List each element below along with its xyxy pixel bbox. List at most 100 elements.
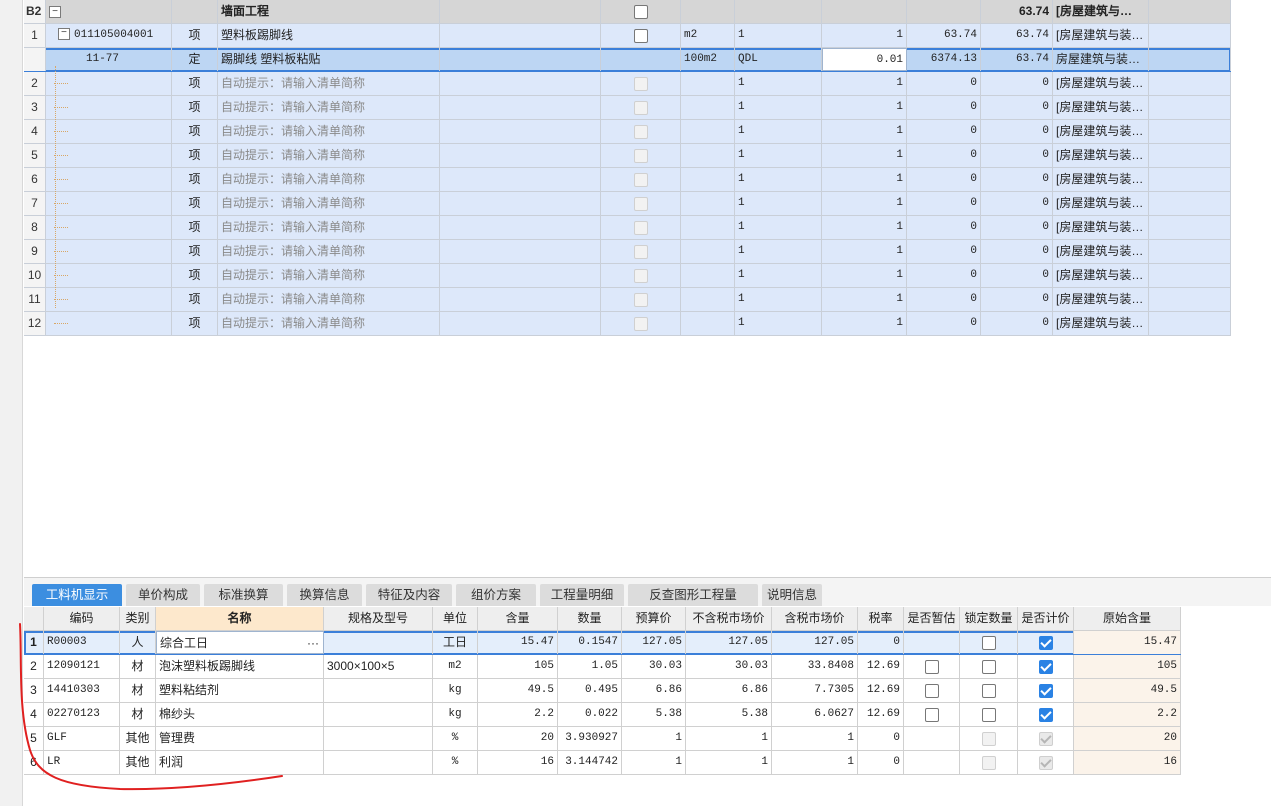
column-header[interactable]: 是否计价 [1018, 607, 1074, 630]
checkbox-cell [904, 655, 960, 678]
bill-row-empty[interactable]: 2 项自动提示：请输入清单简称 1 1 0 0 [房屋建筑与装… [24, 72, 1231, 96]
lock-qty-checkbox[interactable] [981, 683, 996, 698]
bill-row-empty[interactable]: 12 项自动提示：请输入清单简称 1 1 0 0 [房屋建筑与装… [24, 312, 1231, 336]
ellipsis-button[interactable]: ··· [307, 632, 319, 653]
unit-cell [681, 72, 735, 95]
grid-header: 编码 类别 名称 规格及型号 单位 含量 数量 预算价 不含税市场价 含税市场价 税率 是否暂估 锁定数… [24, 607, 1181, 631]
cell-original-content: 15.47 [1074, 631, 1181, 654]
tab-2[interactable]: 标准换算 [204, 584, 283, 606]
column-header[interactable]: 原始含量 [1074, 607, 1181, 630]
item-expr: 1 [735, 24, 822, 47]
name-hint[interactable]: 自动提示：请输入清单简称 [218, 144, 440, 167]
pricing-checkbox[interactable] [1038, 707, 1053, 722]
cell-cat: 材 [120, 679, 156, 702]
column-header[interactable]: 税率 [858, 607, 904, 630]
cell-original-content: 105 [1074, 655, 1181, 678]
estimate-checkbox[interactable] [924, 683, 939, 698]
row-qty: 1 [822, 216, 907, 239]
lock-qty-checkbox[interactable] [981, 659, 996, 674]
name-hint[interactable]: 自动提示：请输入清单简称 [218, 312, 440, 335]
checkbox[interactable] [633, 4, 648, 19]
check-cell [601, 216, 681, 239]
resource-row[interactable]: 3 14410303 材塑料粘结剂 kg 49.5 0.495 6.86 6.86 7.7305… [24, 679, 1181, 703]
name-hint[interactable]: 自动提示：请输入清单简称 [218, 192, 440, 215]
lock-qty-checkbox[interactable] [981, 635, 996, 650]
column-header[interactable]: 是否暂估 [904, 607, 960, 630]
cell-name[interactable]: 利润 [156, 751, 324, 774]
row-type: 项 [172, 240, 218, 263]
bill-row-empty[interactable]: 3 项自动提示：请输入清单简称 1 1 0 0 [房屋建筑与装… [24, 96, 1231, 120]
column-header[interactable]: 类别 [120, 607, 156, 630]
bill-row-empty[interactable]: 9 项自动提示：请输入清单简称 1 1 0 0 [房屋建筑与装… [24, 240, 1231, 264]
name-hint[interactable]: 自动提示：请输入清单简称 [218, 96, 440, 119]
name-hint[interactable]: 自动提示：请输入清单简称 [218, 240, 440, 263]
cell-name[interactable]: 综合工日 ··· [156, 631, 324, 654]
bill-row-empty[interactable]: 10 项自动提示：请输入清单简称 1 1 0 0 [房屋建筑与装… [24, 264, 1231, 288]
lock-qty-checkbox[interactable] [981, 707, 996, 722]
tree-branch [54, 179, 68, 180]
checkbox[interactable] [633, 28, 648, 43]
pricing-checkbox[interactable] [1038, 659, 1053, 674]
bill-row-empty[interactable]: 8 项自动提示：请输入清单简称 1 1 0 0 [房屋建筑与装… [24, 216, 1231, 240]
bill-row-empty[interactable]: 7 项自动提示：请输入清单简称 1 1 0 0 [房屋建筑与装… [24, 192, 1231, 216]
quota-qty-input[interactable]: 0.01 [822, 48, 907, 71]
row-number: 8 [24, 216, 46, 239]
quota-name[interactable]: 踢脚线 塑料板粘贴 [218, 48, 440, 71]
column-header[interactable]: 不含税市场价 [686, 607, 772, 630]
bill-row-empty[interactable]: 11 项自动提示：请输入清单简称 1 1 0 0 [房屋建筑与装… [24, 288, 1231, 312]
quota-expr: QDL [735, 48, 822, 71]
column-header[interactable]: 含量 [478, 607, 558, 630]
row-expr: 1 [735, 240, 822, 263]
resource-row[interactable]: 4 02270123 材棉纱头 kg 2.2 0.022 5.38 5.38 6.0627 12.… [24, 703, 1181, 727]
bill-row-empty[interactable]: 5 项自动提示：请输入清单简称 1 1 0 0 [房屋建筑与装… [24, 144, 1231, 168]
resource-row[interactable]: 1 R00003 人综合工日 ··· 工日 15.47 0.1547 127.05 127.05… [24, 631, 1181, 655]
cell-name[interactable]: 棉纱头 [156, 703, 324, 726]
tab-0[interactable]: 工料机显示 [32, 584, 122, 606]
bill-item-row[interactable]: 1 −011105004001 项 塑料板踢脚线 m2 1 1 63.74 63… [24, 24, 1231, 48]
column-header[interactable]: 含税市场价 [772, 607, 858, 630]
tab-3[interactable]: 换算信息 [287, 584, 362, 606]
resource-row[interactable]: 6 LR 其他 利润% 16 3.144742 1 1 1 0 16 [24, 751, 1181, 775]
extra-cell [1149, 216, 1231, 239]
checkbox [633, 76, 648, 91]
pricing-checkbox[interactable] [1038, 635, 1053, 650]
cell-name[interactable]: 泡沫塑料板踢脚线 [156, 655, 324, 678]
bill-row-empty[interactable]: 6 项自动提示：请输入清单简称 1 1 0 0 [房屋建筑与装… [24, 168, 1231, 192]
column-header[interactable]: 数量 [558, 607, 622, 630]
pricing-checkbox[interactable] [1038, 683, 1053, 698]
tab-6[interactable]: 工程量明细 [540, 584, 624, 606]
cell-name[interactable]: 塑料粘结剂 [156, 679, 324, 702]
name-hint[interactable]: 自动提示：请输入清单简称 [218, 288, 440, 311]
checkbox [633, 268, 648, 283]
quota-price: 6374.13 [907, 48, 981, 71]
resource-row[interactable]: 5 GLF 其他 管理费% 20 3.930927 1 1 1 0 20 [24, 727, 1181, 751]
column-header[interactable]: 规格及型号 [324, 607, 433, 630]
tab-7[interactable]: 反查图形工程量 [628, 584, 758, 606]
group-row[interactable]: B2 − 墙面工程 63.74 [房屋建筑与… [24, 0, 1231, 24]
column-header[interactable]: 锁定数量 [960, 607, 1018, 630]
column-header[interactable]: 预算价 [622, 607, 686, 630]
quota-row[interactable]: 11-77 定 踢脚线 塑料板粘贴 100m2 QDL 0.01 6374.13… [24, 48, 1231, 72]
cell-name[interactable]: 管理费 [156, 727, 324, 750]
quota-code: 11-77 [46, 48, 172, 71]
name-hint[interactable]: 自动提示：请输入清单简称 [218, 168, 440, 191]
tab-8[interactable]: 说明信息 [762, 584, 822, 606]
tab-1[interactable]: 单价构成 [126, 584, 200, 606]
name-hint[interactable]: 自动提示：请输入清单简称 [218, 120, 440, 143]
tab-4[interactable]: 特征及内容 [366, 584, 452, 606]
collapse-icon[interactable]: − [49, 5, 61, 18]
item-name[interactable]: 塑料板踢脚线 [218, 24, 440, 47]
column-header[interactable]: 单位 [433, 607, 478, 630]
estimate-checkbox[interactable] [924, 659, 939, 674]
column-header[interactable]: 编码 [44, 607, 120, 630]
name-hint[interactable]: 自动提示：请输入清单简称 [218, 216, 440, 239]
estimate-checkbox[interactable] [924, 707, 939, 722]
tab-5[interactable]: 组价方案 [456, 584, 536, 606]
bill-row-empty[interactable]: 4 项自动提示：请输入清单简称 1 1 0 0 [房屋建筑与装… [24, 120, 1231, 144]
name-hint[interactable]: 自动提示：请输入清单简称 [218, 72, 440, 95]
column-header[interactable]: 名称 [156, 607, 324, 630]
collapse-icon[interactable]: − [58, 28, 70, 41]
name-hint[interactable]: 自动提示：请输入清单简称 [218, 264, 440, 287]
row-price: 0 [907, 168, 981, 191]
resource-row[interactable]: 2 12090121 材泡沫塑料板踢脚线 3000×100×5 m2 105 1.05 30.… [24, 655, 1181, 679]
